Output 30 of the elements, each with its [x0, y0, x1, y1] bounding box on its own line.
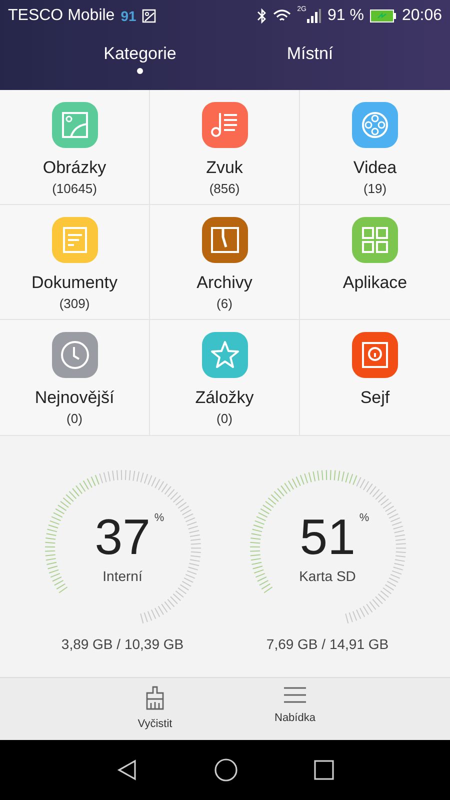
storage-usage: 3,89 GB / 10,39 GB [61, 636, 184, 652]
back-icon[interactable] [116, 759, 138, 781]
category-tile[interactable]: Dokumenty (309) [0, 205, 150, 320]
category-tile[interactable]: Archivy (6) [150, 205, 300, 320]
carrier-name: TESCO Mobile [8, 7, 115, 25]
battery-percent: 91 % [327, 7, 364, 25]
tab[interactable]: Kategorie [55, 32, 225, 90]
clock-time: 20:06 [402, 7, 442, 25]
toolbar-button[interactable]: Vyčistit [115, 678, 195, 740]
bluetooth-icon [257, 8, 268, 24]
storage-name: Karta SD [299, 568, 356, 584]
usage-percent: 51 [300, 512, 356, 562]
menu-icon [284, 686, 306, 704]
image-icon [142, 9, 156, 23]
category-tile[interactable]: Obrázky (10645) [0, 90, 150, 205]
home-icon[interactable] [214, 758, 238, 782]
storage-name: Interní [102, 568, 142, 584]
wifi-icon [273, 9, 292, 23]
signal-icon [307, 9, 322, 23]
category-tile[interactable]: Zvuk (856) [150, 90, 300, 205]
brush-icon [144, 686, 166, 710]
percent-sign: % [359, 512, 370, 524]
usage-percent: 37 [94, 512, 150, 562]
battery-icon [370, 9, 396, 23]
carrier-number-label: 91 [120, 8, 136, 24]
tab[interactable]: Místní [225, 32, 395, 90]
recents-icon[interactable] [314, 760, 334, 780]
toolbar-button[interactable]: Nabídka [255, 678, 335, 740]
storage-usage: 7,69 GB / 14,91 GB [266, 636, 389, 652]
percent-sign: % [154, 512, 164, 524]
